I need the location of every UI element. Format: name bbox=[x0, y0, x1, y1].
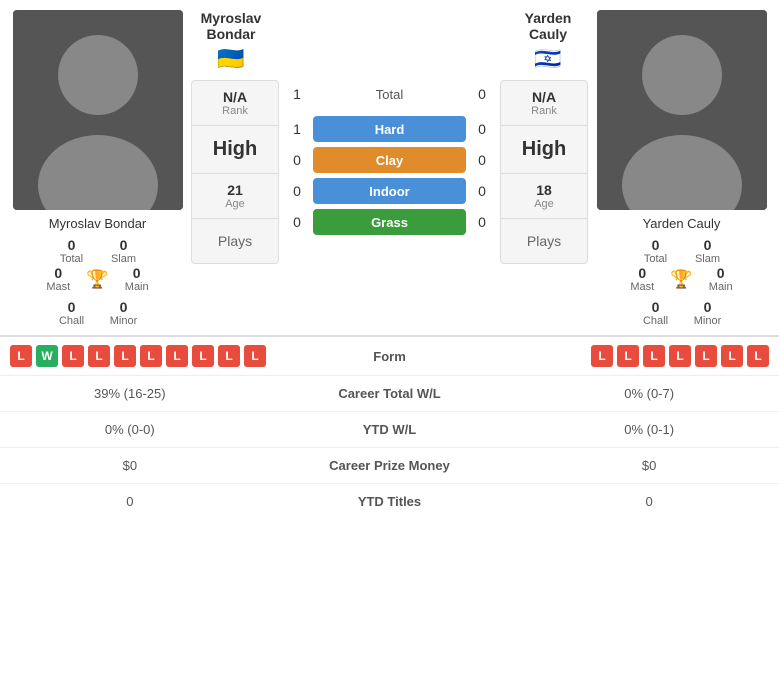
right-stat-main: 0 Main bbox=[701, 265, 741, 293]
right-chall-minor: 0 Chall 0 Minor bbox=[594, 299, 769, 327]
center-area: Myroslav Bondar 🇺🇦 Yarden Cauly 🇮🇱 N/A R… bbox=[191, 10, 588, 327]
indoor-score-row: 0 Indoor 0 bbox=[285, 177, 494, 205]
left-player-name: Myroslav Bondar bbox=[49, 216, 147, 231]
left-stat-chall: 0 Chall bbox=[52, 299, 92, 327]
grass-badge: Grass bbox=[313, 209, 466, 235]
right-avatar bbox=[597, 10, 767, 210]
left-info-panel: N/A Rank High 21 Age Plays bbox=[191, 80, 279, 264]
hard-badge: Hard bbox=[313, 116, 466, 142]
form-badge-left: L bbox=[218, 345, 240, 367]
table-center-label: YTD W/L bbox=[260, 412, 520, 448]
form-badge-right: L bbox=[591, 345, 613, 367]
form-badge-left: L bbox=[140, 345, 162, 367]
stats-table: 39% (16-25)Career Total W/L0% (0-7)0% (0… bbox=[0, 375, 779, 519]
right-stat-mast: 0 Mast bbox=[622, 265, 662, 293]
form-badge-right: L bbox=[695, 345, 717, 367]
form-badge-right: L bbox=[643, 345, 665, 367]
table-row: $0Career Prize Money$0 bbox=[0, 448, 779, 484]
right-player-stats: 0 Total 0 Slam bbox=[594, 237, 769, 265]
left-chall-minor: 0 Chall 0 Minor bbox=[10, 299, 185, 327]
left-player-area: Myroslav Bondar 0 Total 0 Slam 0 Mast 🏆 … bbox=[10, 10, 185, 327]
form-badge-right: L bbox=[721, 345, 743, 367]
form-badge-left: L bbox=[192, 345, 214, 367]
right-player-area: Yarden Cauly 0 Total 0 Slam 0 Mast 🏆 0 M… bbox=[594, 10, 769, 327]
form-badge-left: L bbox=[10, 345, 32, 367]
grass-score-row: 0 Grass 0 bbox=[285, 208, 494, 236]
indoor-badge: Indoor bbox=[313, 178, 466, 204]
table-left-value: 0% (0-0) bbox=[0, 412, 260, 448]
table-right-value: 0 bbox=[519, 484, 779, 520]
left-form-badges: LWLLLLLLLL bbox=[10, 345, 300, 367]
right-age-cell: 18 Age bbox=[501, 174, 587, 219]
form-badge-left: L bbox=[114, 345, 136, 367]
left-stat-total: 0 Total bbox=[52, 237, 92, 265]
left-high-cell: High bbox=[192, 126, 278, 174]
right-trophy-row: 0 Mast 🏆 0 Main bbox=[622, 265, 740, 293]
form-badge-left: L bbox=[88, 345, 110, 367]
names-row: Myroslav Bondar 🇺🇦 Yarden Cauly 🇮🇱 bbox=[191, 10, 588, 72]
clay-badge: Clay bbox=[313, 147, 466, 173]
left-player-stats: 0 Total 0 Slam bbox=[10, 237, 185, 265]
left-avatar bbox=[13, 10, 183, 210]
table-row: 0% (0-0)YTD W/L0% (0-1) bbox=[0, 412, 779, 448]
right-stat-slam: 0 Slam bbox=[688, 237, 728, 265]
table-row: 39% (16-25)Career Total W/L0% (0-7) bbox=[0, 376, 779, 412]
form-badge-left: L bbox=[62, 345, 84, 367]
form-section: LWLLLLLLLL Form LLLLLLL bbox=[0, 335, 779, 375]
players-comparison-section: Myroslav Bondar 0 Total 0 Slam 0 Mast 🏆 … bbox=[0, 0, 779, 327]
left-center-name: Myroslav Bondar bbox=[191, 10, 271, 42]
left-trophy-row: 0 Mast 🏆 0 Main bbox=[38, 265, 156, 293]
left-stat-mast: 0 Mast bbox=[38, 265, 78, 293]
right-form-badges: LLLLLLL bbox=[480, 345, 770, 367]
form-badge-right: L bbox=[617, 345, 639, 367]
left-rank-cell: N/A Rank bbox=[192, 81, 278, 126]
right-stat-minor: 0 Minor bbox=[688, 299, 728, 327]
right-info-panel: N/A Rank High 18 Age Plays bbox=[500, 80, 588, 264]
courts-center: 1 Total 0 1 Hard 0 0 Clay 0 0 bbox=[285, 80, 494, 264]
table-right-value: 0% (0-7) bbox=[519, 376, 779, 412]
table-center-label: YTD Titles bbox=[260, 484, 520, 520]
right-trophy-icon: 🏆 bbox=[670, 269, 692, 290]
left-plays-cell: Plays bbox=[192, 219, 278, 263]
total-label: Total bbox=[309, 87, 470, 102]
table-left-value: $0 bbox=[0, 448, 260, 484]
right-name-flag: Yarden Cauly 🇮🇱 bbox=[508, 10, 588, 72]
left-flag: 🇺🇦 bbox=[191, 46, 271, 72]
form-label: Form bbox=[300, 349, 480, 364]
table-center-label: Career Prize Money bbox=[260, 448, 520, 484]
table-right-value: 0% (0-1) bbox=[519, 412, 779, 448]
form-badge-left: W bbox=[36, 345, 58, 367]
table-right-value: $0 bbox=[519, 448, 779, 484]
form-badge-right: L bbox=[669, 345, 691, 367]
form-badge-right: L bbox=[747, 345, 769, 367]
left-age-cell: 21 Age bbox=[192, 174, 278, 219]
table-left-value: 39% (16-25) bbox=[0, 376, 260, 412]
hard-score-row: 1 Hard 0 bbox=[285, 115, 494, 143]
score-courts-area: N/A Rank High 21 Age Plays 1 bbox=[191, 80, 588, 264]
right-stat-chall: 0 Chall bbox=[636, 299, 676, 327]
clay-score-row: 0 Clay 0 bbox=[285, 146, 494, 174]
right-player-name: Yarden Cauly bbox=[643, 216, 721, 231]
form-badge-left: L bbox=[244, 345, 266, 367]
right-rank-cell: N/A Rank bbox=[501, 81, 587, 126]
left-trophy-icon: 🏆 bbox=[86, 269, 108, 290]
table-row: 0YTD Titles0 bbox=[0, 484, 779, 520]
right-stat-total: 0 Total bbox=[636, 237, 676, 265]
table-center-label: Career Total W/L bbox=[260, 376, 520, 412]
left-stat-main: 0 Main bbox=[117, 265, 157, 293]
right-flag: 🇮🇱 bbox=[508, 46, 588, 72]
right-plays-cell: Plays bbox=[501, 219, 587, 263]
left-name-flag: Myroslav Bondar 🇺🇦 bbox=[191, 10, 271, 72]
right-high-cell: High bbox=[501, 126, 587, 174]
left-stat-minor: 0 Minor bbox=[104, 299, 144, 327]
total-score-row: 1 Total 0 bbox=[285, 80, 494, 108]
right-center-name: Yarden Cauly bbox=[508, 10, 588, 42]
table-left-value: 0 bbox=[0, 484, 260, 520]
form-badge-left: L bbox=[166, 345, 188, 367]
left-stat-slam: 0 Slam bbox=[104, 237, 144, 265]
